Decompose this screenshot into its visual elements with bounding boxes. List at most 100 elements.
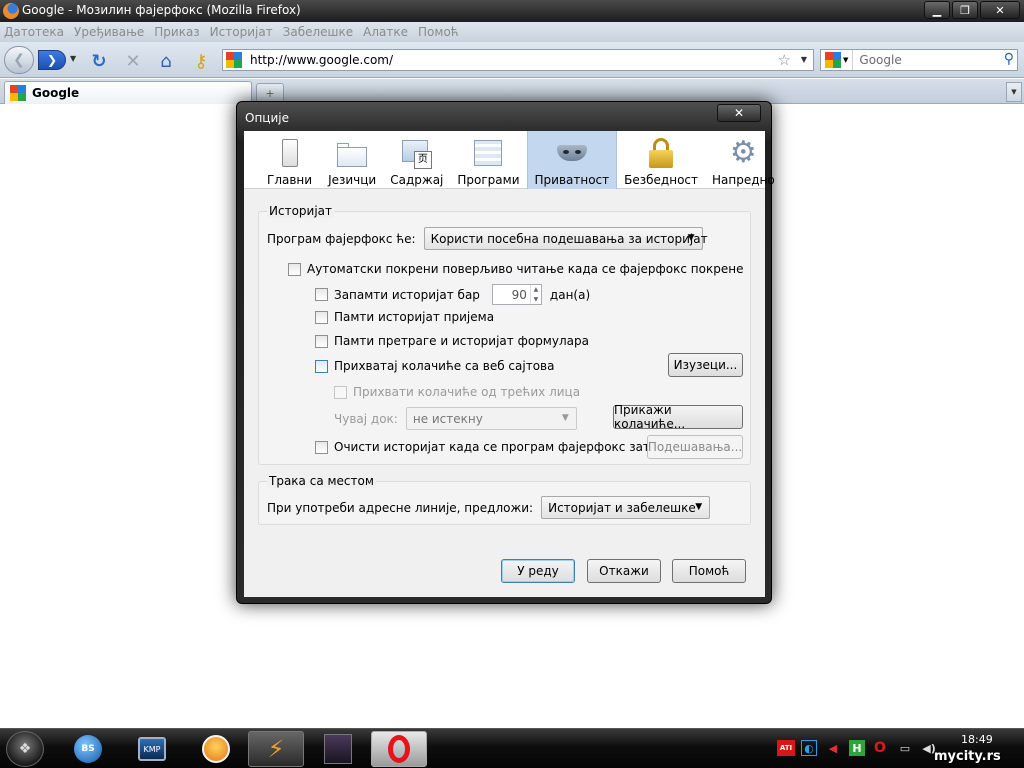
auto-private-label: Аутоматски покрени поверљиво читање када… bbox=[307, 262, 744, 276]
remember-downloads-row[interactable]: Памти историјат пријема bbox=[315, 310, 494, 324]
maximize-button[interactable]: ❐ bbox=[952, 1, 978, 19]
applications-pane-icon bbox=[471, 137, 505, 169]
pane-privacy[interactable]: Приватност bbox=[526, 131, 618, 189]
spin-up-icon[interactable]: ▲ bbox=[534, 286, 539, 293]
third-party-row[interactable]: Прихвати колачиће од трећих лица bbox=[334, 385, 580, 399]
pane-security[interactable]: Безбедност bbox=[617, 131, 705, 189]
volume-icon[interactable]: ◀ bbox=[825, 740, 841, 756]
suggest-select[interactable]: Историјат и забелешке ▼ bbox=[541, 496, 711, 519]
minimize-button[interactable]: ▁ bbox=[924, 1, 950, 19]
menu-tools[interactable]: Алатке bbox=[363, 25, 408, 39]
remember-forms-checkbox[interactable] bbox=[315, 334, 328, 348]
clear-on-close-checkbox[interactable] bbox=[315, 440, 328, 454]
menu-view[interactable]: Приказ bbox=[154, 25, 199, 39]
history-dropdown-icon[interactable]: ▼ bbox=[70, 54, 76, 63]
pane-main[interactable]: Главни bbox=[260, 131, 319, 189]
back-arrow-icon: ❮ bbox=[13, 52, 25, 68]
menu-file[interactable]: Датотека bbox=[4, 25, 64, 39]
accept-cookies-row[interactable]: Прихватај колачиће са веб сајтова bbox=[315, 359, 554, 373]
back-button[interactable]: ❮ bbox=[4, 46, 34, 74]
location-bar-group: Трака са местом При употреби адресне лин… bbox=[258, 474, 751, 525]
key-icon[interactable]: ⚷ bbox=[190, 50, 212, 72]
forward-button[interactable]: ❯ bbox=[38, 50, 66, 70]
tab-google[interactable]: Google bbox=[4, 81, 252, 104]
dialog-body: Главни Језичци 页 Садржај Програми Приват… bbox=[244, 131, 775, 597]
bs-player-icon: BS bbox=[74, 735, 102, 763]
taskbar-app-opera[interactable] bbox=[371, 731, 427, 767]
opera-icon bbox=[388, 735, 410, 763]
remember-forms-row[interactable]: Памти претраге и историјат формулара bbox=[315, 334, 589, 348]
url-bar[interactable]: http://www.google.com/ ☆ ▼ bbox=[222, 49, 814, 71]
firefox-icon[interactable] bbox=[3, 3, 19, 19]
history-mode-select[interactable]: Користи посебна подешавања за историјат … bbox=[423, 227, 708, 250]
remember-history-row[interactable]: Запамти историјат бар 90 ▲ ▼ дан(а) bbox=[315, 284, 590, 305]
chevron-down-icon: ▼ bbox=[695, 502, 703, 512]
history-group: Историјат Програм фајерфокс ће: Користи … bbox=[258, 204, 751, 465]
pane-label: Главни bbox=[267, 173, 313, 187]
history-caption: Историјат bbox=[267, 204, 334, 218]
remember-history-checkbox[interactable] bbox=[315, 288, 328, 301]
menu-help[interactable]: Помоћ bbox=[418, 25, 459, 39]
show-cookies-button[interactable]: Прикажи колачиће... bbox=[613, 403, 743, 431]
clear-settings-button[interactable]: Подешавања... bbox=[647, 435, 743, 459]
pane-applications[interactable]: Програми bbox=[450, 131, 526, 189]
history-days-unit: дан(а) bbox=[549, 287, 591, 302]
remember-downloads-checkbox[interactable] bbox=[315, 310, 328, 324]
pane-label: Садржај bbox=[390, 173, 444, 187]
start-button[interactable]: ❖ bbox=[6, 731, 44, 767]
ok-button[interactable]: У реду bbox=[501, 559, 575, 583]
auto-private-row[interactable]: Аутоматски покрени поверљиво читање када… bbox=[288, 262, 743, 276]
home-icon[interactable]: ⌂ bbox=[155, 50, 177, 72]
accept-cookies-label: Прихватај колачиће са веб сајтова bbox=[334, 359, 555, 373]
reload-icon[interactable]: ↻ bbox=[88, 50, 110, 72]
menu-history[interactable]: Историјат bbox=[210, 25, 273, 39]
taskbar-app-2[interactable]: KMP bbox=[124, 731, 180, 767]
history-mode-value: Користи посебна подешавања за историјат bbox=[430, 231, 708, 246]
search-engine-selector[interactable]: ▼ bbox=[821, 50, 854, 70]
menu-edit[interactable]: Уређивање bbox=[74, 25, 144, 39]
url-text[interactable]: http://www.google.com/ bbox=[250, 53, 393, 67]
google-engine-icon bbox=[825, 52, 841, 68]
url-dropdown-icon[interactable]: ▼ bbox=[801, 55, 807, 64]
opera-tray-icon[interactable]: O bbox=[872, 740, 888, 756]
help-button[interactable]: Помоћ bbox=[672, 559, 746, 583]
stop-icon[interactable]: ✕ bbox=[122, 50, 144, 72]
spin-down-icon[interactable]: ▼ bbox=[534, 296, 539, 303]
taskbar-app-1[interactable]: BS bbox=[60, 731, 116, 767]
clear-on-close-row[interactable]: Очисти историјат када се програм фајерфо… bbox=[315, 440, 680, 454]
pane-advanced[interactable]: ⚙ Напредно bbox=[705, 131, 782, 189]
tray-app-icon[interactable]: ◐ bbox=[801, 740, 817, 756]
menu-bookmarks[interactable]: Забелешке bbox=[283, 25, 354, 39]
taskbar-app-5[interactable] bbox=[310, 731, 366, 767]
tab-list-button[interactable]: ▼ bbox=[1006, 82, 1022, 102]
third-party-checkbox[interactable] bbox=[334, 385, 347, 399]
cancel-button[interactable]: Откажи bbox=[587, 559, 661, 583]
media-app-icon bbox=[202, 735, 230, 763]
taskbar-app-3[interactable] bbox=[188, 731, 244, 767]
bookmark-star-icon[interactable]: ☆ bbox=[778, 51, 791, 69]
taskbar-app-4[interactable]: ⚡ bbox=[248, 731, 304, 767]
search-input[interactable]: Google bbox=[859, 53, 901, 67]
search-bar[interactable]: ▼ Google ⚲ bbox=[820, 49, 1018, 71]
tray-h-icon[interactable]: H bbox=[849, 740, 865, 756]
keep-until-select[interactable]: не истекну ▼ bbox=[405, 407, 577, 430]
search-magnifier-icon[interactable]: ⚲ bbox=[1004, 51, 1014, 67]
accept-cookies-checkbox[interactable] bbox=[315, 359, 328, 373]
remember-downloads-label: Памти историјат пријема bbox=[334, 310, 495, 324]
auto-private-checkbox[interactable] bbox=[288, 262, 301, 276]
pane-label: Приватност bbox=[534, 173, 610, 187]
exceptions-button[interactable]: Изузеци... bbox=[668, 353, 743, 377]
mask-icon bbox=[555, 137, 589, 169]
pane-content[interactable]: 页 Садржај bbox=[383, 131, 450, 189]
pane-tabs[interactable]: Језичци bbox=[321, 131, 383, 189]
chevron-down-icon: ▼ bbox=[687, 233, 695, 243]
new-tab-button[interactable]: + bbox=[256, 83, 284, 103]
dialog-close-button[interactable]: ✕ bbox=[717, 104, 761, 122]
close-window-button[interactable]: ✕ bbox=[980, 1, 1020, 19]
content-pane-icon: 页 bbox=[400, 137, 434, 169]
network-icon[interactable]: ▭ bbox=[897, 740, 913, 756]
history-days-stepper[interactable]: 90 ▲ ▼ bbox=[491, 284, 542, 305]
navigation-toolbar: ❮ ❯ ▼ ↻ ✕ ⌂ ⚷ http://www.google.com/ ☆ ▼… bbox=[0, 42, 1024, 78]
ati-icon[interactable]: ATI bbox=[777, 740, 795, 756]
clock[interactable]: 18:49 bbox=[961, 733, 993, 746]
